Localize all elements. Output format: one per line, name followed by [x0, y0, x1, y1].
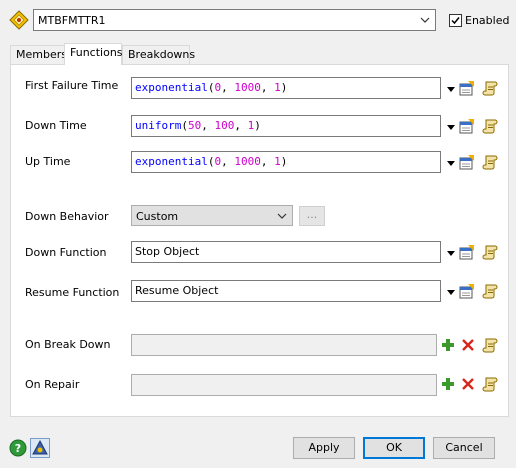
help-icon[interactable]: ?	[9, 439, 27, 457]
function-name: exponential	[135, 81, 208, 94]
remove-icon[interactable]	[460, 337, 476, 353]
add-icon[interactable]	[440, 337, 456, 353]
arg: 100	[214, 119, 235, 132]
arg: 1000	[234, 81, 261, 94]
properties-icon[interactable]	[459, 80, 475, 96]
properties-icon[interactable]	[459, 118, 475, 134]
on-break-down-field[interactable]	[131, 334, 437, 356]
tab-members-label: Members	[16, 48, 67, 61]
up-time-label: Up Time	[25, 155, 71, 168]
apply-button[interactable]: Apply	[293, 437, 355, 459]
dropdown-triangle-icon[interactable]	[446, 287, 456, 297]
first-failure-time-field[interactable]: exponential(0, 1000, 1)	[131, 77, 441, 99]
chevron-down-icon	[276, 210, 288, 225]
properties-icon[interactable]	[459, 283, 475, 299]
arg: 0	[214, 81, 222, 94]
svg-text:?: ?	[15, 442, 21, 455]
script-icon[interactable]	[482, 80, 498, 96]
pin-icon[interactable]	[30, 438, 50, 458]
cancel-button[interactable]: Cancel	[433, 437, 495, 459]
down-behavior-label: Down Behavior	[25, 210, 109, 223]
tab-breakdowns-label: Breakdowns	[128, 48, 196, 61]
down-function-label: Down Function	[25, 246, 107, 259]
chevron-down-icon[interactable]	[418, 13, 432, 27]
resume-function-field[interactable]: Resume Object	[131, 280, 441, 302]
arg: 1	[274, 155, 281, 168]
tab-members[interactable]: Members	[10, 45, 67, 64]
arg: 1	[274, 81, 281, 94]
down-behavior-value: Custom	[136, 210, 179, 223]
arg: 0	[214, 155, 222, 168]
on-break-down-label: On Break Down	[25, 338, 111, 351]
resume-function-label: Resume Function	[25, 286, 120, 299]
arg: 50	[187, 119, 202, 132]
add-icon[interactable]	[440, 376, 456, 392]
ok-button[interactable]: OK	[363, 437, 425, 459]
first-failure-time-label: First Failure Time	[25, 79, 119, 92]
function-name: uniform	[135, 119, 182, 132]
arg: 1	[247, 119, 255, 132]
on-repair-field[interactable]	[131, 374, 437, 396]
up-time-field[interactable]: exponential(0, 1000, 1)	[131, 151, 441, 173]
script-icon[interactable]	[482, 337, 498, 353]
dropdown-triangle-icon[interactable]	[446, 158, 456, 168]
dropdown-triangle-icon[interactable]	[446, 84, 456, 94]
tab-functions[interactable]: Functions	[64, 43, 123, 65]
enabled-checkbox[interactable]	[449, 13, 462, 27]
down-behavior-select[interactable]: Custom	[131, 205, 293, 226]
object-name-combo[interactable]: MTBFMTTR1	[33, 9, 436, 31]
script-icon[interactable]	[482, 376, 498, 392]
remove-icon[interactable]	[460, 376, 476, 392]
dropdown-triangle-icon[interactable]	[446, 248, 456, 258]
dropdown-triangle-icon[interactable]	[446, 122, 456, 132]
down-behavior-dots-button[interactable]: ...	[299, 206, 325, 226]
on-repair-label: On Repair	[25, 378, 80, 391]
tab-breakdowns[interactable]: Breakdowns	[122, 45, 195, 64]
enabled-checkbox-group[interactable]: Enabled	[449, 12, 509, 28]
properties-icon[interactable]	[459, 154, 475, 170]
enabled-label: Enabled	[465, 13, 510, 27]
script-icon[interactable]	[482, 244, 498, 260]
object-name-text: MTBFMTTR1	[38, 14, 106, 27]
script-icon[interactable]	[482, 154, 498, 170]
object-type-icon	[9, 10, 29, 30]
script-icon[interactable]	[482, 118, 498, 134]
arg: 1000	[234, 155, 261, 168]
down-function-field[interactable]: Stop Object	[131, 241, 441, 263]
script-icon[interactable]	[482, 283, 498, 299]
down-time-field[interactable]: uniform(50, 100, 1)	[131, 115, 441, 137]
tab-functions-label: Functions	[70, 46, 123, 59]
down-time-label: Down Time	[25, 119, 87, 132]
function-name: exponential	[135, 155, 208, 168]
properties-icon[interactable]	[459, 244, 475, 260]
